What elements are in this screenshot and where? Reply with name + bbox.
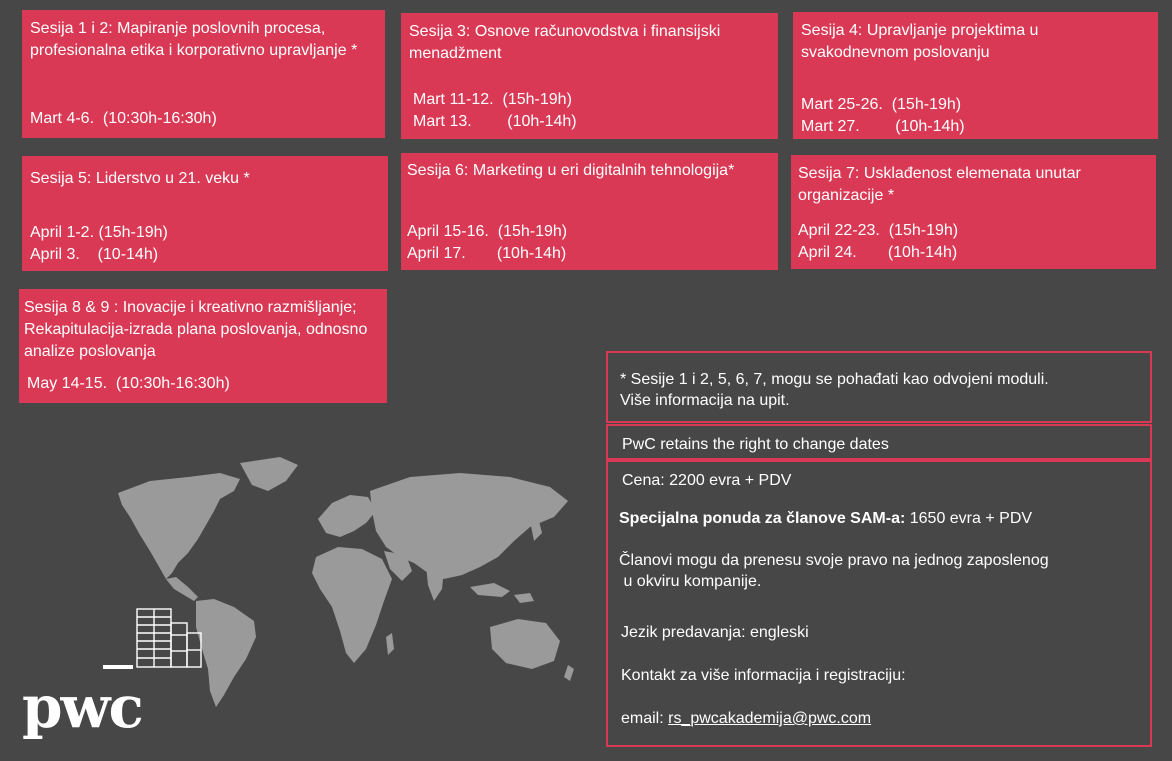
- session-date: April 1-2. (15h-19h): [30, 224, 168, 241]
- session-dates: April 1-2. (15h-19h) April 3. (10-14h): [30, 222, 168, 266]
- email-link[interactable]: rs_pwcakademija@pwc.com: [668, 710, 871, 727]
- session-card-8-9: Sesija 8 & 9 : Inovacije i kreativno raz…: [19, 289, 387, 403]
- session-date: Mart 25-26. (15h-19h): [801, 96, 962, 113]
- session-date: April 24. (10h-14h): [798, 244, 958, 261]
- special-offer-line: Specijalna ponuda za članove SAM-a: 1650…: [619, 508, 1140, 529]
- pricing-contact-box: Cena: 2200 evra + PDV Specijalna ponuda …: [606, 460, 1152, 747]
- session-card-1-2: Sesija 1 i 2: Mapiranje poslovnih proces…: [22, 10, 385, 138]
- special-offer-label: Specijalna ponuda za članove SAM-a:: [619, 510, 906, 527]
- session-title: Sesija 1 i 2: Mapiranje poslovnih proces…: [30, 20, 358, 59]
- pwc-building-icon: [103, 608, 202, 669]
- session-dates: May 14-15. (10:30h-16:30h): [27, 373, 230, 395]
- price-line: Cena: 2200 evra + PDV: [622, 472, 792, 489]
- rights-note-box: PwC retains the right to change dates: [606, 424, 1152, 460]
- pwc-logo: pwc: [22, 673, 144, 741]
- session-title: Sesija 3: Osnove računovodstva i finansi…: [409, 23, 721, 62]
- session-card-7: Sesija 7: Usklađenost elemenata unutar o…: [791, 155, 1156, 269]
- email-label: email:: [621, 710, 669, 727]
- session-date: Mart 13. (10h-14h): [413, 113, 577, 130]
- session-dates: Mart 4-6. (10:30h-16:30h): [30, 108, 217, 130]
- session-date: April 15-16. (15h-19h): [407, 223, 568, 240]
- email-line: email: rs_pwcakademija@pwc.com: [621, 708, 1140, 729]
- language-line: Jezik predavanja: engleski: [621, 624, 809, 641]
- session-card-4: Sesija 4: Upravljanje projektima u svako…: [793, 12, 1158, 139]
- more-info-note: Više informacija na upit.: [620, 392, 790, 409]
- session-card-3: Sesija 3: Osnove računovodstva i finansi…: [401, 13, 778, 139]
- session-dates: April 22-23. (15h-19h) April 24. (10h-14…: [798, 220, 958, 264]
- session-date: Mart 11-12. (15h-19h): [413, 91, 572, 108]
- session-dates: Mart 11-12. (15h-19h) Mart 13. (10h-14h): [413, 89, 577, 133]
- session-date: Mart 27. (10h-14h): [801, 118, 965, 135]
- members-note-line: Članovi mogu da prenesu svoje pravo na j…: [619, 552, 1049, 569]
- session-date: May 14-15. (10:30h-16:30h): [27, 375, 230, 392]
- session-date: April 3. (10-14h): [30, 246, 159, 263]
- session-dates: Mart 25-26. (15h-19h) Mart 27. (10h-14h): [801, 94, 965, 138]
- contact-line: Kontakt za više informacija i registraci…: [621, 667, 906, 684]
- session-title: Sesija 6: Marketing u eri digitalnih teh…: [407, 162, 735, 179]
- session-title: Sesija 7: Usklađenost elemenata unutar o…: [798, 165, 1081, 204]
- rights-note: PwC retains the right to change dates: [622, 436, 889, 453]
- session-title: Sesija 4: Upravljanje projektima u svako…: [801, 22, 1039, 61]
- world-map-graphic: [118, 457, 574, 707]
- members-note: Članovi mogu da prenesu svoje pravo na j…: [619, 550, 1140, 592]
- session-title: Sesija 8 & 9 : Inovacije i kreativno raz…: [24, 299, 368, 360]
- session-date: April 22-23. (15h-19h): [798, 222, 959, 239]
- modules-note-box: * Sesije 1 i 2, 5, 6, 7, mogu se pohađat…: [606, 351, 1152, 423]
- special-offer-price: 1650 evra + PDV: [905, 510, 1033, 527]
- session-date: April 17. (10h-14h): [407, 245, 567, 262]
- session-card-5: Sesija 5: Liderstvo u 21. veku * April 1…: [22, 156, 388, 271]
- session-title: Sesija 5: Liderstvo u 21. veku *: [30, 170, 250, 187]
- session-dates: April 15-16. (15h-19h) April 17. (10h-14…: [407, 221, 567, 265]
- members-note-line: u okviru kompanije.: [619, 573, 762, 590]
- session-date: Mart 4-6. (10:30h-16:30h): [30, 110, 217, 127]
- session-card-6: Sesija 6: Marketing u eri digitalnih teh…: [401, 153, 778, 270]
- modules-note: * Sesije 1 i 2, 5, 6, 7, mogu se pohađat…: [620, 371, 1049, 388]
